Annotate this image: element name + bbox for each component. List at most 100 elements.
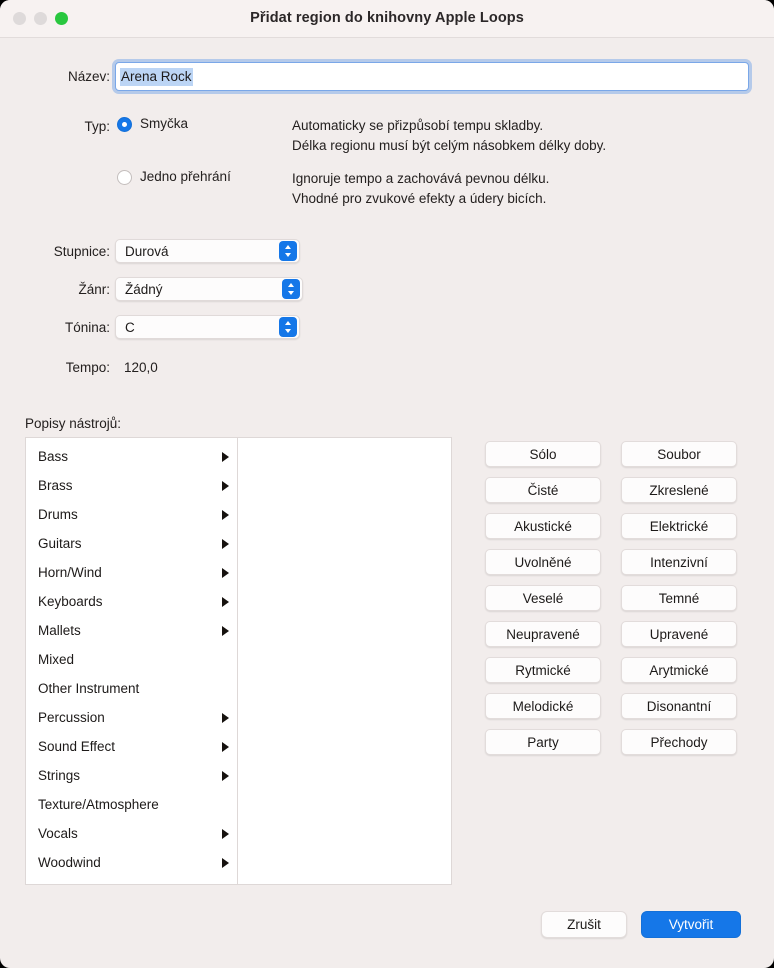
genre-popup-button[interactable]: Žádný [115,277,303,301]
tag-button[interactable]: Party [485,729,601,755]
window-title: Přidat region do knihovny Apple Loops [250,10,524,26]
tag-button[interactable]: Zkreslené [621,477,737,503]
cancel-button[interactable]: Zrušit [541,911,627,938]
list-item[interactable]: Texture/Atmosphere [26,790,237,819]
chevron-right-icon [222,509,229,520]
list-item-label: Mallets [38,623,81,638]
tag-button[interactable]: Akustické [485,513,601,539]
name-label: Název: [67,69,110,84]
list-item-label: Sound Effect [38,739,116,754]
scale-label: Stupnice: [53,244,110,259]
list-item[interactable]: Strings [26,761,237,790]
list-item-label: Bass [38,449,69,464]
oneshot-description-line1: Ignoruje tempo a zachovává pevnou délku. [292,171,550,186]
chevron-right-icon [222,538,229,549]
list-item[interactable]: Mixed [26,645,237,674]
list-item[interactable]: Keyboards [26,587,237,616]
oneshot-description: Ignoruje tempo a zachovává pevnou délku.… [292,169,549,209]
list-item[interactable]: Bass [26,442,237,471]
list-item-label: Strings [38,768,81,783]
list-item-label: Woodwind [38,855,101,870]
loop-description: Automaticky se přizpůsobí tempu skladby.… [292,116,606,156]
genre-popup-value: Žádný [125,281,163,297]
create-button[interactable]: Vytvořit [641,911,741,938]
tag-button-grid: Sólo Soubor Čisté Zkreslené Akustické Elektri… [485,441,737,755]
list-item[interactable]: Other Instrument [26,674,237,703]
list-item-label: Texture/Atmosphere [38,797,159,812]
chevron-right-icon [222,451,229,462]
chevron-right-icon [222,567,229,578]
list-item-label: Brass [38,478,73,493]
tag-button[interactable]: Elektrické [621,513,737,539]
tag-button[interactable]: Rytmické [485,657,601,683]
radio-selected-icon [117,117,132,132]
chevron-up-down-icon [282,279,300,299]
tag-button[interactable]: Upravené [621,621,737,647]
tag-button[interactable]: Disonantní [621,693,737,719]
radio-option-oneshot[interactable]: Jedno přehrání [117,169,231,185]
loop-description-line2: Délka regionu musí být celým násobkem dé… [292,138,607,153]
radio-option-loop-label: Smyčka [140,116,189,131]
titlebar: Přidat region do knihovny Apple Loops [0,0,774,38]
key-popup-button[interactable]: C [115,315,300,339]
list-item-label: Vocals [38,826,78,841]
tag-button[interactable]: Melodické [485,693,601,719]
type-label: Typ: [84,119,110,134]
chevron-right-icon [222,625,229,636]
list-item-label: Drums [38,507,78,522]
chevron-right-icon [222,741,229,752]
tag-button[interactable]: Sólo [485,441,601,467]
tag-button[interactable]: Arytmické [621,657,737,683]
chevron-right-icon [222,596,229,607]
tag-button[interactable]: Neupravené [485,621,601,647]
list-item-label: Percussion [38,710,105,725]
radio-unselected-icon [117,170,132,185]
list-item-label: Horn/Wind [38,565,102,580]
oneshot-description-line2: Vhodné pro zvukové efekty a údery bicích… [292,191,547,206]
chevron-right-icon [222,480,229,491]
list-item[interactable]: Percussion [26,703,237,732]
key-popup-value: C [125,319,135,335]
loop-description-line1: Automaticky se přizpůsobí tempu skladby. [292,118,544,133]
list-item[interactable]: Vocals [26,819,237,848]
tag-button[interactable]: Čisté [485,477,601,503]
tag-button[interactable]: Přechody [621,729,737,755]
tag-button[interactable]: Veselé [485,585,601,611]
list-item-label: Keyboards [38,594,103,609]
chevron-right-icon [222,828,229,839]
dialog-window: Přidat region do knihovny Apple Loops Ná… [0,0,774,968]
scale-popup-button[interactable]: Durová [115,239,300,263]
tag-button[interactable]: Temné [621,585,737,611]
instrument-browser: Bass Brass Drums Guitars Horn/Wind Keyboards M… [25,437,452,885]
tag-button[interactable]: Soubor [621,441,737,467]
browser-title: Popisy nástrojů: [25,416,122,431]
scale-popup-value: Durová [125,243,169,259]
tempo-label: Tempo: [65,360,110,375]
chevron-right-icon [222,712,229,723]
list-item[interactable]: Horn/Wind [26,558,237,587]
tag-button[interactable]: Uvolněné [485,549,601,575]
instrument-category-column[interactable]: Bass Brass Drums Guitars Horn/Wind Keyboards M… [26,438,238,884]
radio-option-oneshot-label: Jedno přehrání [140,169,231,184]
list-item[interactable]: Drums [26,500,237,529]
list-item-label: Guitars [38,536,82,551]
list-item-label: Other Instrument [38,681,140,696]
radio-option-loop[interactable]: Smyčka [117,116,188,132]
chevron-right-icon [222,770,229,781]
tempo-value: 120,0 [124,360,158,375]
list-item[interactable]: Brass [26,471,237,500]
list-item[interactable]: Sound Effect [26,732,237,761]
name-input[interactable]: Arena Rock [115,62,749,91]
list-item[interactable]: Mallets [26,616,237,645]
genre-label: Žánr: [78,282,110,297]
chevron-up-down-icon [279,317,297,337]
list-item-label: Mixed [38,652,75,667]
chevron-up-down-icon [279,241,297,261]
name-input-value: Arena Rock [120,67,193,86]
chevron-right-icon [222,857,229,868]
tag-button[interactable]: Intenzivní [621,549,737,575]
key-label: Tónina: [64,320,110,335]
instrument-detail-column[interactable] [238,438,451,884]
list-item[interactable]: Guitars [26,529,237,558]
list-item[interactable]: Woodwind [26,848,237,877]
